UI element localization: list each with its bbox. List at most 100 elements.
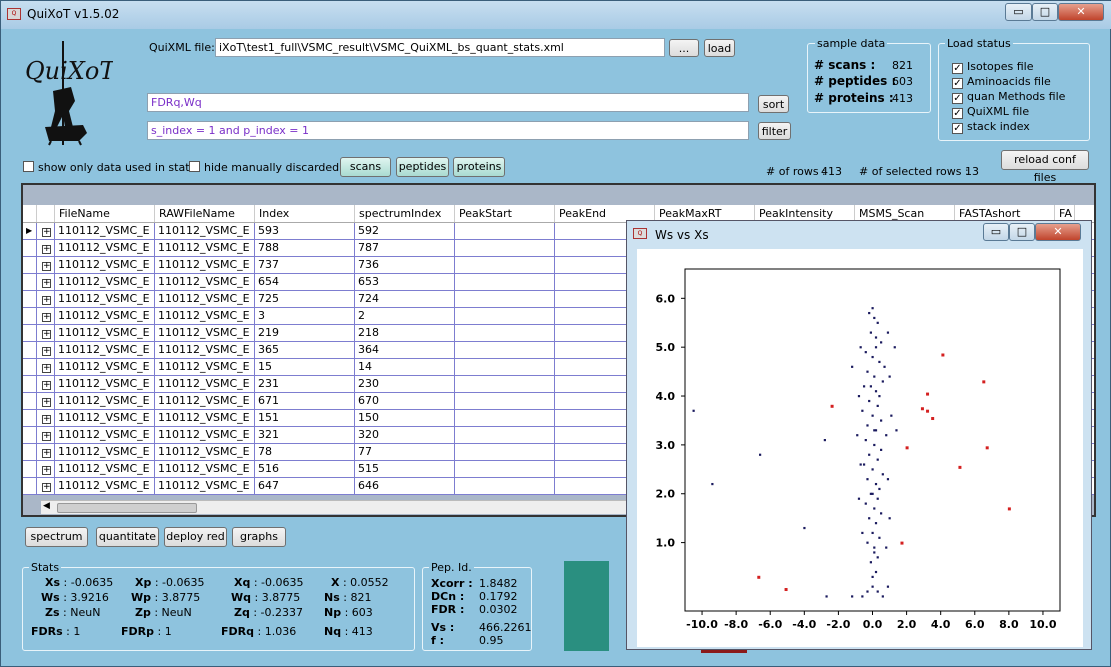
row-selector[interactable]: [23, 427, 37, 443]
expand-icon[interactable]: +: [37, 444, 55, 460]
table-cell[interactable]: 724: [355, 291, 455, 307]
expand-icon[interactable]: +: [37, 291, 55, 307]
table-cell[interactable]: 14: [355, 359, 455, 375]
table-cell[interactable]: 647: [255, 478, 355, 494]
table-cell[interactable]: 110112_VSMC_E: [155, 274, 255, 290]
table-cell[interactable]: [455, 274, 555, 290]
row-selector[interactable]: [23, 461, 37, 477]
row-selector[interactable]: [23, 240, 37, 256]
table-cell[interactable]: 2: [355, 308, 455, 324]
table-cell[interactable]: 110112_VSMC_E: [155, 359, 255, 375]
row-selector[interactable]: [23, 444, 37, 460]
row-selector[interactable]: [23, 478, 37, 494]
scans-view-button[interactable]: scans: [340, 157, 391, 177]
column-header[interactable]: PeakStart: [455, 205, 555, 222]
table-cell[interactable]: 671: [255, 393, 355, 409]
table-cell[interactable]: 788: [255, 240, 355, 256]
table-cell[interactable]: 110112_VSMC_E: [55, 325, 155, 341]
table-cell[interactable]: 110112_VSMC_E: [55, 308, 155, 324]
table-cell[interactable]: 515: [355, 461, 455, 477]
table-cell[interactable]: 110112_VSMC_E: [155, 444, 255, 460]
expand-icon[interactable]: +: [37, 240, 55, 256]
scroll-left-icon[interactable]: ◀: [43, 501, 50, 511]
graphs-button[interactable]: graphs: [232, 527, 286, 547]
deploy-red-button[interactable]: deploy red: [164, 527, 227, 547]
table-cell[interactable]: 110112_VSMC_E: [155, 427, 255, 443]
peptides-view-button[interactable]: peptides: [396, 157, 449, 177]
plot-close-button[interactable]: ✕: [1035, 223, 1081, 241]
browse-button[interactable]: ...: [669, 39, 699, 57]
table-cell[interactable]: 110112_VSMC_E: [155, 325, 255, 341]
row-selector[interactable]: [23, 325, 37, 341]
table-cell[interactable]: [455, 342, 555, 358]
row-selector[interactable]: [23, 308, 37, 324]
close-button[interactable]: ✕: [1058, 3, 1104, 21]
table-cell[interactable]: 110112_VSMC_E: [55, 240, 155, 256]
table-cell[interactable]: 110112_VSMC_E: [155, 393, 255, 409]
table-cell[interactable]: 110112_VSMC_E: [155, 461, 255, 477]
table-cell[interactable]: 110112_VSMC_E: [55, 393, 155, 409]
table-cell[interactable]: 110112_VSMC_E: [55, 427, 155, 443]
table-cell[interactable]: 737: [255, 257, 355, 273]
table-cell[interactable]: 110112_VSMC_E: [55, 274, 155, 290]
expand-icon[interactable]: +: [37, 393, 55, 409]
row-selector[interactable]: [23, 342, 37, 358]
spectrum-button[interactable]: spectrum: [25, 527, 88, 547]
table-cell[interactable]: 110112_VSMC_E: [155, 376, 255, 392]
table-cell[interactable]: [455, 478, 555, 494]
table-cell[interactable]: 77: [355, 444, 455, 460]
row-selector[interactable]: [23, 376, 37, 392]
table-cell[interactable]: 110112_VSMC_E: [55, 410, 155, 426]
table-cell[interactable]: [455, 376, 555, 392]
load-button[interactable]: load: [704, 39, 735, 57]
expand-icon[interactable]: +: [37, 359, 55, 375]
expand-icon[interactable]: +: [37, 274, 55, 290]
table-cell[interactable]: 593: [255, 223, 355, 239]
table-cell[interactable]: 15: [255, 359, 355, 375]
show-only-used-checkbox[interactable]: show only data used in stats: [23, 161, 195, 174]
row-selector[interactable]: [23, 359, 37, 375]
table-cell[interactable]: 110112_VSMC_E: [155, 478, 255, 494]
table-cell[interactable]: [455, 410, 555, 426]
table-cell[interactable]: 3: [255, 308, 355, 324]
maximize-button[interactable]: □: [1032, 3, 1058, 21]
table-cell[interactable]: [455, 240, 555, 256]
table-cell[interactable]: 110112_VSMC_E: [55, 223, 155, 239]
table-cell[interactable]: 321: [255, 427, 355, 443]
scrollbar-thumb[interactable]: [57, 503, 197, 513]
table-cell[interactable]: 654: [255, 274, 355, 290]
table-cell[interactable]: 218: [355, 325, 455, 341]
filter-button[interactable]: filter: [758, 122, 791, 140]
table-cell[interactable]: 320: [355, 427, 455, 443]
column-header[interactable]: Index: [255, 205, 355, 222]
table-cell[interactable]: [455, 444, 555, 460]
table-cell[interactable]: [455, 325, 555, 341]
table-cell[interactable]: 365: [255, 342, 355, 358]
table-cell[interactable]: [455, 461, 555, 477]
table-cell[interactable]: 110112_VSMC_E: [55, 359, 155, 375]
expand-icon[interactable]: +: [37, 325, 55, 341]
table-cell[interactable]: 110112_VSMC_E: [55, 478, 155, 494]
table-cell[interactable]: 110112_VSMC_E: [155, 410, 255, 426]
column-header[interactable]: FileName: [55, 205, 155, 222]
row-selector[interactable]: [23, 257, 37, 273]
row-selector[interactable]: [23, 274, 37, 290]
table-cell[interactable]: 150: [355, 410, 455, 426]
table-cell[interactable]: 151: [255, 410, 355, 426]
table-cell[interactable]: 364: [355, 342, 455, 358]
row-selector[interactable]: [23, 410, 37, 426]
proteins-view-button[interactable]: proteins: [453, 157, 505, 177]
table-cell[interactable]: 78: [255, 444, 355, 460]
table-cell[interactable]: 110112_VSMC_E: [55, 461, 155, 477]
table-cell[interactable]: 110112_VSMC_E: [155, 257, 255, 273]
row-selector[interactable]: ▶: [23, 223, 37, 239]
quixml-path-field[interactable]: iXoT\test1_full\VSMC_result\VSMC_QuiXML_…: [215, 38, 665, 57]
quantitate-button[interactable]: quantitate: [96, 527, 159, 547]
table-cell[interactable]: [455, 359, 555, 375]
table-cell[interactable]: 110112_VSMC_E: [55, 291, 155, 307]
table-cell[interactable]: 110112_VSMC_E: [55, 444, 155, 460]
expand-icon[interactable]: +: [37, 376, 55, 392]
minimize-button[interactable]: ▭: [1005, 3, 1032, 21]
table-cell[interactable]: 110112_VSMC_E: [155, 342, 255, 358]
expand-icon[interactable]: +: [37, 308, 55, 324]
